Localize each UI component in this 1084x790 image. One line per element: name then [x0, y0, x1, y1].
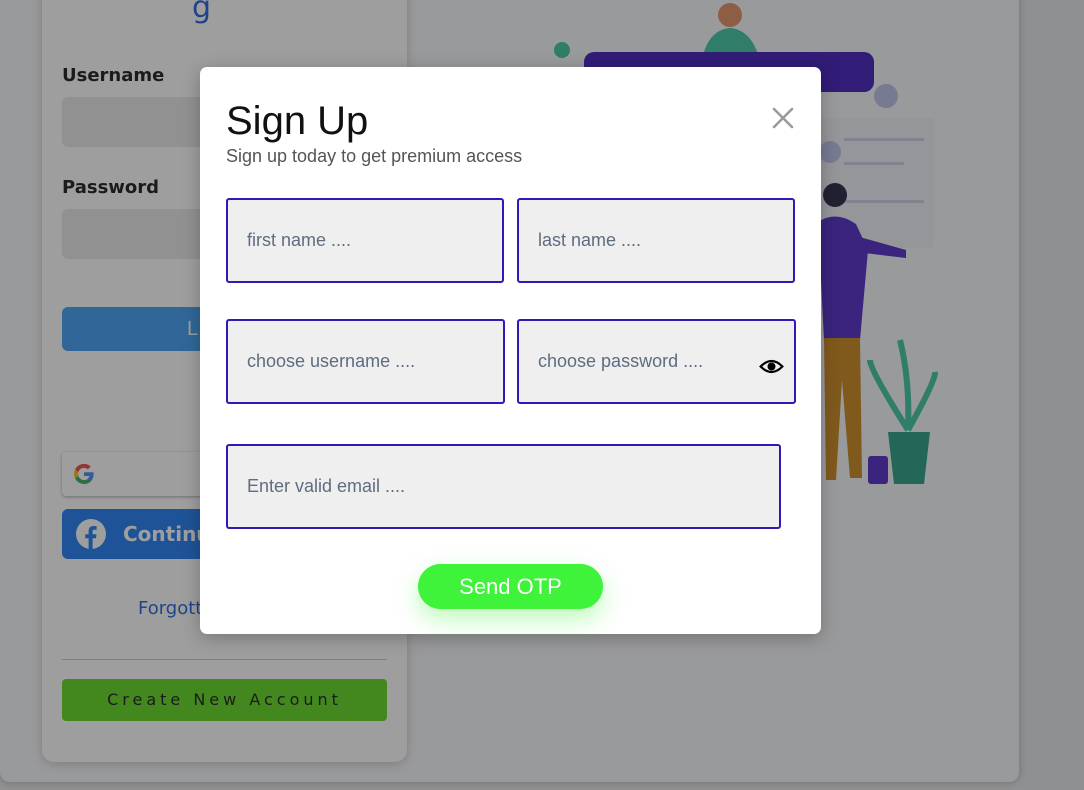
first-name-input[interactable]: [226, 198, 504, 283]
signup-modal: Sign Up Sign up today to get premium acc…: [200, 67, 821, 634]
email-input[interactable]: [226, 444, 781, 529]
modal-subtitle: Sign up today to get premium access: [226, 146, 523, 166]
close-icon[interactable]: [770, 105, 796, 131]
last-name-input[interactable]: [517, 198, 795, 283]
send-otp-button[interactable]: Send OTP: [418, 564, 603, 609]
modal-title: Sign Up: [226, 99, 369, 143]
password-input[interactable]: [517, 319, 796, 404]
eye-icon[interactable]: [759, 357, 784, 376]
username-input[interactable]: [226, 319, 505, 404]
